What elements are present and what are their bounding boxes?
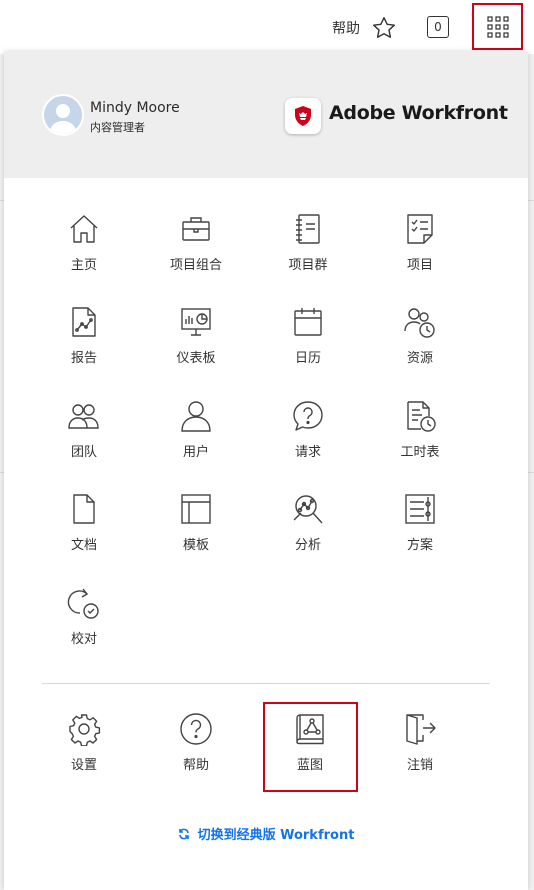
notebook-icon [296,214,320,244]
menu-item-proofs[interactable]: 校对 [28,586,140,666]
switch-to-classic-label: 切换到经典版 Workfront [197,828,355,843]
calendar-icon [294,308,322,336]
favorites-button[interactable] [370,14,398,42]
user-icon [181,401,211,432]
menu-item-blueprints[interactable]: 蓝图 [254,712,366,792]
star-icon [373,17,395,38]
menu-item-label: 项目 [406,258,433,273]
timesheet-icon [407,401,436,432]
menu-item-reports[interactable]: 报告 [28,305,140,385]
menu-item-label: 请求 [294,445,321,460]
logout-icon [406,714,436,745]
menu-divider [42,683,490,684]
menu-item-label: 仪表板 [176,351,216,366]
menu-item-templates[interactable]: 模板 [140,492,252,572]
menu-item-label: 报告 [70,351,97,366]
menu-item-label: 分析 [294,538,321,553]
analytics-icon [293,495,323,524]
help-link[interactable]: 帮助 [332,18,360,38]
briefcase-icon [182,217,210,241]
menu-item-label: 蓝图 [296,758,323,773]
template-icon [181,494,211,524]
menu-item-label: 日历 [294,351,321,366]
menu-item-resources[interactable]: 资源 [364,305,476,385]
dashboard-icon [181,308,211,336]
checklist-icon [407,214,433,244]
avatar[interactable] [42,94,84,136]
menu-item-label: 方案 [406,538,433,553]
notification-count[interactable]: 0 [427,16,449,38]
menu-item-label: 资源 [406,351,433,366]
menu-item-timesheets[interactable]: 工时表 [364,399,476,479]
switch-to-classic-link[interactable]: 切换到经典版 Workfront [4,824,528,843]
menu-item-label: 模板 [182,538,209,553]
menu-item-dashboards[interactable]: 仪表板 [140,305,252,385]
menu-item-label: 项目群 [288,258,328,273]
brand-name: Adobe Workfront [329,102,508,124]
workfront-logo-icon [295,106,311,126]
menu-item-label: 注销 [406,758,433,773]
grid-icon [486,15,509,38]
menu-item-label: 设置 [70,758,97,773]
menu-item-label: 工时表 [400,445,440,460]
menu-item-help[interactable]: 帮助 [140,712,252,792]
menu-header: Mindy Moore 内容管理者 Adobe Workfront [4,52,528,178]
menu-item-programs[interactable]: 项目群 [252,212,364,292]
team-icon [68,404,99,429]
menu-item-label: 用户 [182,445,209,460]
menu-item-label: 项目组合 [169,258,222,273]
menu-item-label: 校对 [70,632,97,647]
menu-item-calendars[interactable]: 日历 [252,305,364,385]
menu-item-logout[interactable]: 注销 [364,712,476,792]
blueprint-icon [296,714,324,745]
menu-item-setup[interactable]: 设置 [28,712,140,792]
menu-item-requests[interactable]: 请求 [252,399,364,479]
background-divider [528,472,534,473]
brand-logo [285,98,321,134]
proof-icon [67,588,99,619]
top-bar: 帮助 0 [0,0,534,54]
menu-item-users[interactable]: 用户 [140,399,252,479]
menu-item-portfolios[interactable]: 项目组合 [140,212,252,292]
refresh-icon [178,828,189,839]
help-icon [180,713,212,745]
menu-item-label: 帮助 [182,758,209,773]
user-name: Mindy Moore [90,100,180,116]
menu-item-analytics[interactable]: 分析 [252,492,364,572]
menu-item-documents[interactable]: 文档 [28,492,140,572]
menu-item-label: 文档 [70,538,97,553]
report-icon [72,307,96,337]
menu-item-teams[interactable]: 团队 [28,399,140,479]
user-role: 内容管理者 [90,121,145,134]
resources-icon [404,308,435,338]
home-icon [70,215,98,243]
request-icon [293,401,323,431]
document-icon [73,494,95,524]
menu-item-label: 团队 [70,445,97,460]
menu-item-home[interactable]: 主页 [28,212,140,292]
gear-icon [69,714,101,746]
menu-item-scenarios[interactable]: 方案 [364,492,476,572]
menu-item-projects[interactable]: 项目 [364,212,476,292]
user-avatar-icon [49,104,77,134]
main-menu-panel: Mindy Moore 内容管理者 Adobe Workfront 主页 项目组… [4,52,528,890]
background-divider [528,200,534,201]
main-menu-button[interactable] [472,3,523,50]
menu-item-label: 主页 [70,258,97,273]
scenario-icon [405,494,435,524]
